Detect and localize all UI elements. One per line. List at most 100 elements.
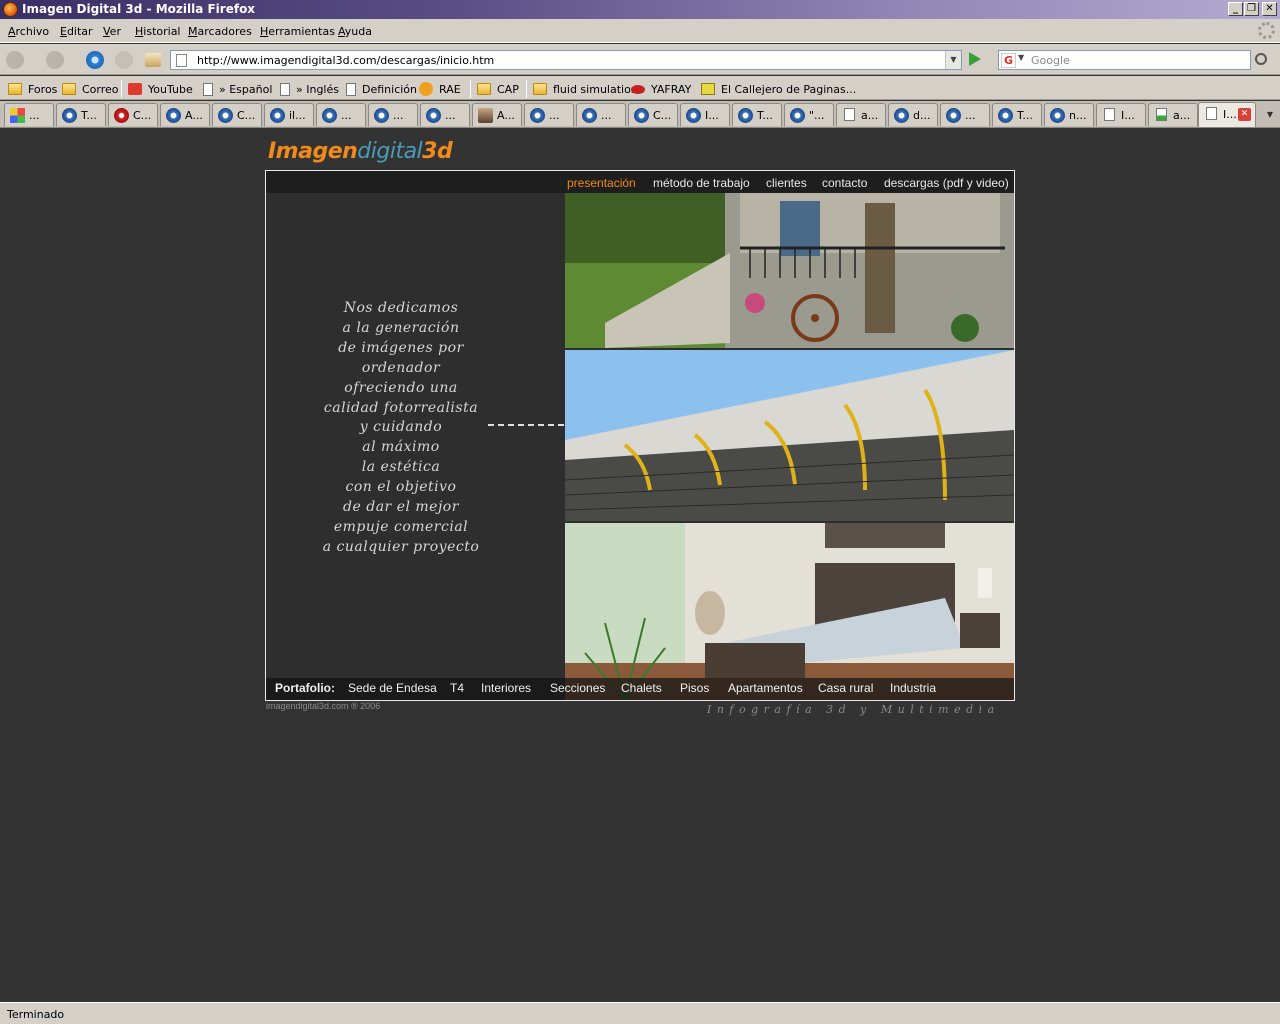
reload-icon[interactable] [86, 51, 104, 69]
tab[interactable]: A... [160, 103, 210, 126]
tab[interactable]: T... [56, 103, 106, 126]
dashed-connector [488, 424, 564, 426]
portfolio-bar: Portafolio: Sede de Endesa T4 Interiores… [266, 678, 1014, 700]
slogan-line: ordenador [361, 359, 441, 376]
search-input[interactable]: G ▼ Google [998, 50, 1251, 70]
gear-icon [114, 108, 129, 123]
google-icon[interactable]: G [1001, 53, 1016, 68]
globe-icon [530, 108, 545, 123]
url-text: http://www.imagendigital3d.com/descargas… [197, 54, 495, 67]
bookmark-correo[interactable]: Correo [62, 81, 119, 97]
bookmark-yafray[interactable]: YAFRAY [631, 81, 691, 97]
back-icon[interactable] [6, 51, 24, 69]
search-icon[interactable] [1255, 53, 1267, 65]
go-icon[interactable] [969, 52, 981, 66]
portfolio-interiores[interactable]: Interiores [481, 681, 531, 695]
menu-marcadores[interactable]: Marcadores [188, 25, 252, 38]
tab[interactable]: d... [888, 103, 938, 126]
photo-bedroom [565, 523, 1014, 700]
nav-metodo-de-trabajo[interactable]: método de trabajo [653, 176, 750, 190]
nav-descargas[interactable]: descargas (pdf y video) [884, 176, 1009, 190]
tab[interactable]: C... [212, 103, 262, 126]
folder-icon [62, 83, 76, 95]
bookmark-espanol[interactable]: » Español [203, 81, 272, 97]
bookmark-callejero[interactable]: El Callejero de Paginas... [701, 81, 856, 97]
nav-presentacion[interactable]: presentación [567, 176, 636, 190]
globe-icon [322, 108, 337, 123]
menu-historial[interactable]: Historial [135, 25, 181, 38]
tab[interactable]: I... [1096, 103, 1146, 126]
tab[interactable]: I... [680, 103, 730, 126]
portfolio-chalets[interactable]: Chalets [621, 681, 662, 695]
minimize-button[interactable]: _ [1228, 2, 1243, 16]
tab[interactable]: T... [732, 103, 782, 126]
url-bar[interactable]: http://www.imagendigital3d.com/descargas… [170, 50, 962, 70]
bookmark-separator [121, 80, 122, 98]
tab[interactable]: "... [784, 103, 834, 126]
site-frame: presentación método de trabajo clientes … [265, 170, 1015, 701]
bookmark-foros[interactable]: Foros [8, 81, 57, 97]
firefox-icon [3, 2, 18, 17]
site-logo[interactable]: Imagendigital3d [268, 139, 453, 164]
url-dropdown-icon[interactable]: ▼ [945, 51, 961, 69]
menu-ver[interactable]: Ver [103, 25, 121, 38]
tab[interactable]: ... [524, 103, 574, 126]
tab[interactable]: a... [836, 103, 886, 126]
portfolio-pisos[interactable]: Pisos [680, 681, 709, 695]
status-bar: Terminado [0, 1002, 1280, 1024]
tab[interactable]: T... [992, 103, 1042, 126]
tab[interactable]: C... [628, 103, 678, 126]
bookmark-rae[interactable]: RAE [419, 81, 461, 97]
bookmark-definicion[interactable]: Definición [346, 81, 417, 97]
tab[interactable]: C... [108, 103, 158, 126]
tab[interactable]: ... [316, 103, 366, 126]
tab[interactable]: A... [472, 103, 522, 126]
globe-icon [790, 108, 805, 123]
slogan-line: Nos dedicamos [343, 300, 459, 316]
nav-contacto[interactable]: contacto [822, 176, 867, 190]
page-icon [844, 108, 855, 121]
close-tab-icon[interactable]: ✕ [1238, 108, 1251, 121]
menu-herramientas[interactable]: Herramientas [260, 25, 335, 38]
tab[interactable]: ... [420, 103, 470, 126]
tab[interactable]: ... [940, 103, 990, 126]
menu-editar[interactable]: Editar [60, 25, 93, 38]
slogan-line: a la generación [342, 319, 460, 336]
tab[interactable]: n... [1044, 103, 1094, 126]
tab[interactable]: ... [368, 103, 418, 126]
window-titlebar: Imagen Digital 3d - Mozilla Firefox _ ❐ … [0, 0, 1280, 19]
bookmark-separator [526, 80, 527, 98]
status-text: Terminado [7, 1008, 65, 1021]
home-icon[interactable] [145, 53, 161, 67]
bookmark-youtube[interactable]: YouTube [128, 81, 193, 97]
search-engine-dropdown-icon[interactable]: ▼ [1018, 53, 1024, 62]
portfolio-casa-rural[interactable]: Casa rural [818, 681, 873, 695]
tab[interactable]: a... [1148, 103, 1198, 126]
page-content: Imagendigital3d presentación método de t… [0, 128, 1280, 1002]
page-icon [203, 82, 213, 96]
forward-icon[interactable] [46, 51, 64, 69]
bookmark-separator [470, 80, 471, 98]
stop-icon[interactable] [115, 51, 133, 69]
portfolio-sede-de-endesa[interactable]: Sede de Endesa [348, 681, 437, 695]
portfolio-secciones[interactable]: Secciones [550, 681, 605, 695]
bookmark-ingles[interactable]: » Inglés [280, 81, 339, 97]
maximize-button[interactable]: ❐ [1244, 2, 1259, 16]
tab-active[interactable]: I... ✕ [1198, 102, 1256, 127]
bookmark-fluid-simulation[interactable]: fluid simulation [533, 81, 638, 97]
close-window-button[interactable]: ✕ [1262, 2, 1277, 16]
tab[interactable]: ... [576, 103, 626, 126]
copyright-text: imagendigital3d.com ® 2006 [266, 701, 381, 711]
nav-clientes[interactable]: clientes [766, 176, 807, 190]
navigation-toolbar: http://www.imagendigital3d.com/descargas… [0, 44, 1280, 75]
menu-archivo[interactable]: Archivo [8, 25, 49, 38]
yafray-icon [631, 84, 645, 94]
bookmark-cap[interactable]: CAP [477, 81, 519, 97]
menu-ayuda[interactable]: Ayuda [338, 25, 372, 38]
portfolio-apartamentos[interactable]: Apartamentos [728, 681, 803, 695]
portfolio-industria[interactable]: Industria [890, 681, 936, 695]
tab[interactable]: ... [4, 103, 54, 126]
portfolio-t4[interactable]: T4 [450, 681, 464, 695]
tab-list-dropdown-icon[interactable]: ▼ [1262, 104, 1278, 125]
tab[interactable]: il... [264, 103, 314, 126]
